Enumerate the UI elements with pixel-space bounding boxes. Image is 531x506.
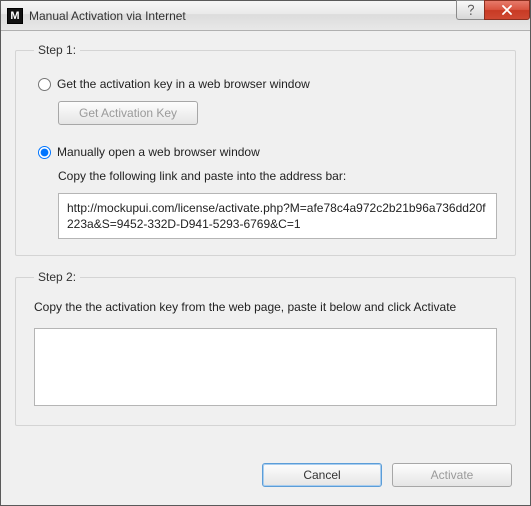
option-browser-radio[interactable] (38, 78, 51, 91)
activation-url-box[interactable]: http://mockupui.com/license/activate.php… (58, 193, 497, 239)
option-browser-row[interactable]: Get the activation key in a web browser … (38, 77, 497, 91)
close-icon (501, 5, 513, 15)
step2-legend: Step 2: (34, 270, 80, 284)
help-button[interactable] (456, 0, 484, 20)
step1-legend: Step 1: (34, 43, 80, 57)
step1-group: Step 1: Get the activation key in a web … (15, 43, 516, 256)
app-icon: M (7, 8, 23, 24)
step2-instruction: Copy the the activation key from the web… (34, 300, 497, 314)
step2-group: Step 2: Copy the the activation key from… (15, 270, 516, 426)
option-browser-label: Get the activation key in a web browser … (57, 77, 310, 91)
dialog-body: Step 1: Get the activation key in a web … (1, 31, 530, 505)
help-icon (466, 4, 476, 16)
activation-key-input[interactable] (34, 328, 497, 406)
titlebar: M Manual Activation via Internet (1, 1, 530, 31)
dialog-footer: Cancel Activate (15, 459, 516, 491)
option-manual-label: Manually open a web browser window (57, 145, 260, 159)
option-manual-row[interactable]: Manually open a web browser window (38, 145, 497, 159)
copy-link-instruction: Copy the following link and paste into t… (58, 169, 497, 183)
activate-button[interactable]: Activate (392, 463, 512, 487)
window-controls (456, 1, 530, 24)
option-manual-radio[interactable] (38, 146, 51, 159)
cancel-button[interactable]: Cancel (262, 463, 382, 487)
close-button[interactable] (484, 0, 530, 20)
window-title: Manual Activation via Internet (29, 9, 186, 23)
dialog-window: M Manual Activation via Internet Step 1:… (0, 0, 531, 506)
get-activation-key-button[interactable]: Get Activation Key (58, 101, 198, 125)
